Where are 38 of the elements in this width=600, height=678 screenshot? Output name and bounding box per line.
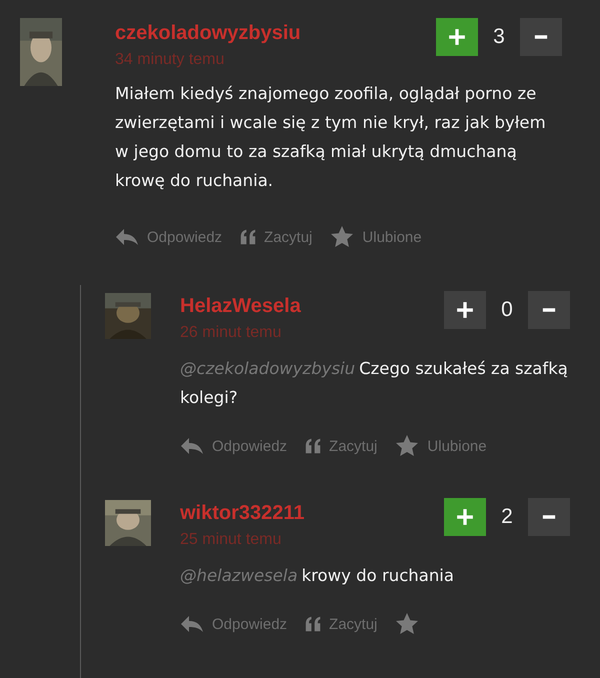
downvote-button[interactable]	[528, 291, 570, 329]
plus-icon	[456, 508, 474, 526]
comment-text: Miałem kiedyś znajomego zoofila, oglądał porno ze zwierzętami i wcale się z tym nie krył, raz jak byłem w jego domu to za szafką miał ukrytą dmuchaną krowę do ruchania.	[115, 83, 547, 192]
plus-icon	[456, 301, 474, 319]
mention-link[interactable]: @helazwesela	[180, 566, 298, 585]
quote-icon[interactable]	[305, 616, 322, 632]
reply-link[interactable]: Odpowiedz	[147, 228, 222, 246]
downvote-button[interactable]	[528, 498, 570, 536]
username[interactable]: czekoladowyzbysiu	[115, 22, 301, 45]
mention-link[interactable]: @czekoladowyzbysiu	[180, 359, 356, 378]
timestamp: 25 minut temu	[180, 531, 282, 549]
star-link[interactable]: Ulubione	[427, 438, 487, 454]
quote-link[interactable]: Zacytuj	[264, 228, 312, 246]
vote-count: 2	[500, 505, 514, 529]
upvote-button[interactable]	[444, 291, 486, 329]
star-link[interactable]: Ulubione	[362, 228, 422, 246]
reply-icon[interactable]	[180, 437, 204, 455]
plus-icon	[448, 28, 466, 46]
vote-count: 3	[492, 25, 506, 49]
comment-text: @czekoladowyzbysiu Czego szukałeś za szafką kolegi?	[180, 358, 569, 409]
downvote-button[interactable]	[520, 18, 562, 56]
star-icon[interactable]	[330, 225, 354, 249]
username[interactable]: HelazWesela	[180, 295, 301, 318]
vote-count: 0	[500, 298, 514, 322]
reply-link[interactable]: Odpowiedz	[212, 616, 288, 632]
quote-link[interactable]: Zacytuj	[329, 616, 378, 632]
timestamp: 34 minuty temu	[115, 51, 226, 69]
star-icon[interactable]	[395, 612, 420, 636]
username[interactable]: wiktor332211	[180, 502, 305, 525]
quote-icon[interactable]	[305, 438, 322, 454]
star-icon[interactable]	[395, 434, 420, 458]
reply-icon[interactable]	[115, 228, 139, 246]
reply-link[interactable]: Odpowiedz	[212, 438, 288, 454]
reply-icon[interactable]	[180, 615, 204, 633]
timestamp: 26 minut temu	[180, 324, 282, 342]
comment-text: @helazwesela krowy do ruchania	[180, 565, 455, 587]
quote-link[interactable]: Zacytuj	[329, 438, 378, 454]
quote-icon[interactable]	[240, 229, 256, 245]
